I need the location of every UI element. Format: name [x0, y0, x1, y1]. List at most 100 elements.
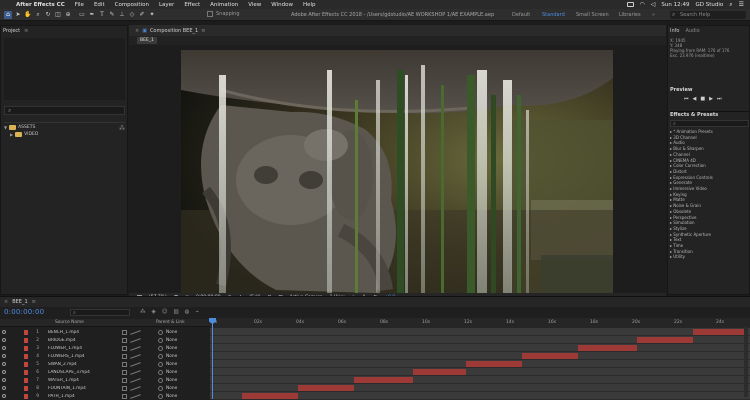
label-color[interactable] [24, 369, 28, 375]
layer-name[interactable]: BENCH_1.mp4 [48, 330, 108, 335]
pan-behind-tool-icon[interactable]: ⊕ [64, 11, 72, 19]
layer-row[interactable]: 9 PATH_1.mp4 None [0, 392, 210, 400]
pickwhip-icon[interactable] [158, 377, 163, 383]
shy-icon[interactable]: ☺ [162, 309, 168, 315]
project-search-input[interactable]: ⌕ [4, 106, 125, 115]
camera-tool-icon[interactable]: ◫ [54, 11, 62, 19]
layer-name[interactable]: PATH_1.mp4 [48, 394, 108, 399]
volume-icon[interactable]: ◁ [651, 1, 656, 8]
layer-name[interactable]: FLOWERS_1.mp4 [48, 354, 108, 359]
current-time-indicator[interactable] [212, 319, 213, 399]
user-name[interactable]: GD Studio [695, 2, 723, 8]
project-tab[interactable]: Project [3, 28, 20, 34]
project-menu-icon[interactable]: ≡ [24, 28, 28, 34]
rectangle-tool-icon[interactable]: ▭ [78, 11, 86, 19]
parent-dropdown[interactable]: None [166, 330, 177, 335]
stop-icon[interactable]: ■ [700, 96, 705, 102]
parent-dropdown[interactable]: None [166, 370, 177, 375]
parent-dropdown[interactable]: None [166, 338, 177, 343]
layer-duration-bar[interactable] [413, 369, 466, 375]
lock-icon[interactable]: ▣ [142, 28, 147, 34]
layer-row[interactable]: 3 FLOWER_1.mp4 None [0, 344, 210, 352]
composition-tab[interactable]: Composition BEE_1 [150, 28, 198, 34]
parent-dropdown[interactable]: None [166, 378, 177, 383]
visibility-icon[interactable] [2, 338, 6, 342]
pickwhip-icon[interactable] [158, 337, 163, 343]
workspace-libraries[interactable]: Libraries [619, 12, 641, 18]
wifi-icon[interactable]: ◠ [640, 1, 645, 8]
roto-brush-tool-icon[interactable]: ✐ [138, 11, 146, 19]
layer-name[interactable]: BRIDGE.mp4 [48, 338, 108, 343]
pickwhip-icon[interactable] [158, 345, 163, 351]
label-color[interactable] [24, 345, 28, 351]
pickwhip-icon[interactable] [158, 361, 163, 367]
menu-effect[interactable]: Effect [179, 2, 205, 8]
switch-box[interactable] [122, 385, 127, 391]
draft-3d-icon[interactable]: ◈ [152, 309, 156, 315]
preview-tab[interactable]: Preview [670, 87, 749, 93]
switch-box[interactable] [122, 377, 127, 383]
visibility-icon[interactable] [2, 394, 6, 398]
spotlight-icon[interactable]: ⌕ [729, 1, 732, 9]
switch-slash[interactable] [130, 393, 141, 399]
timeline-timecode[interactable]: 0:00:00:00 [4, 308, 44, 316]
switch-slash[interactable] [130, 337, 141, 343]
workspace-standard[interactable]: Standard [542, 12, 565, 18]
visibility-icon[interactable] [2, 386, 6, 390]
comp-flowchart-icon[interactable]: ⁂ [140, 309, 146, 315]
layer-row[interactable]: 5 SWAN_2.mp4 None [0, 360, 210, 368]
layer-row[interactable]: 8 FOUNTAIN_1.mp4 None [0, 384, 210, 392]
layer-name[interactable]: FOUNTAIN_1.mp4 [48, 386, 108, 391]
layer-row[interactable]: 4 FLOWERS_1.mp4 None [0, 352, 210, 360]
zoom-tool-icon[interactable]: ⌕ [34, 11, 42, 19]
composition-frame-image[interactable] [181, 50, 613, 293]
snapping-toggle[interactable]: Snapping [207, 11, 240, 17]
layer-duration-bar[interactable] [637, 337, 693, 343]
visibility-icon[interactable] [2, 330, 6, 334]
close-tab-icon[interactable]: × [135, 28, 139, 34]
clock[interactable]: Sun 12:49 [661, 2, 689, 8]
switch-box[interactable] [122, 329, 127, 335]
pickwhip-icon[interactable] [158, 329, 163, 335]
effects-presets-tab[interactable]: Effects & Presets [670, 112, 749, 118]
label-color[interactable] [24, 393, 28, 399]
timeline-search-input[interactable]: ⌕ [70, 309, 130, 316]
switch-box[interactable] [122, 369, 127, 375]
menu-app[interactable]: After Effects CC [11, 2, 70, 8]
parent-dropdown[interactable]: None [166, 394, 177, 399]
layer-duration-bar[interactable] [522, 353, 578, 359]
home-icon[interactable]: ⌂ [4, 11, 12, 19]
hand-tool-icon[interactable]: ✋ [24, 11, 32, 19]
pickwhip-icon[interactable] [158, 369, 163, 375]
layer-duration-bar[interactable] [354, 377, 413, 383]
effects-search-input[interactable]: ⌕ [670, 120, 749, 127]
switch-slash[interactable] [130, 377, 141, 383]
search-help-input[interactable]: ⌕ Search Help [670, 11, 746, 19]
menu-composition[interactable]: Composition [110, 2, 154, 8]
layer-row[interactable]: 2 BRIDGE.mp4 None [0, 336, 210, 344]
audio-tab[interactable]: Audio [685, 28, 699, 34]
menu-file[interactable]: File [70, 2, 89, 8]
label-color[interactable] [24, 385, 28, 391]
pickwhip-icon[interactable] [158, 385, 163, 391]
composition-subtab[interactable]: BEE_1 [137, 37, 157, 44]
layer-duration-bar[interactable] [578, 345, 637, 351]
layer-duration-bar[interactable] [466, 361, 522, 367]
parent-link-header[interactable]: Parent & Link [156, 320, 185, 325]
layer-row[interactable]: 1 BENCH_1.mp4 None [0, 328, 210, 336]
graph-editor-icon[interactable]: ⌁ [195, 309, 198, 315]
pickwhip-icon[interactable] [158, 353, 163, 359]
eraser-tool-icon[interactable]: ◇ [128, 11, 136, 19]
motion-blur-icon[interactable]: ◍ [185, 309, 190, 315]
selection-tool-icon[interactable]: ➤ [14, 11, 22, 19]
flowchart-icon[interactable]: ⁂ [119, 125, 125, 132]
menu-edit[interactable]: Edit [89, 2, 110, 8]
menu-view[interactable]: View [243, 2, 266, 8]
next-frame-icon[interactable]: ▶ [709, 96, 713, 102]
expand-triangle-icon[interactable]: ▼ [4, 125, 7, 130]
timeline-menu-icon[interactable]: ≡ [32, 299, 36, 305]
switch-slash[interactable] [130, 361, 141, 367]
parent-dropdown[interactable]: None [166, 362, 177, 367]
visibility-icon[interactable] [2, 378, 6, 382]
layer-duration-bar[interactable] [693, 329, 744, 335]
